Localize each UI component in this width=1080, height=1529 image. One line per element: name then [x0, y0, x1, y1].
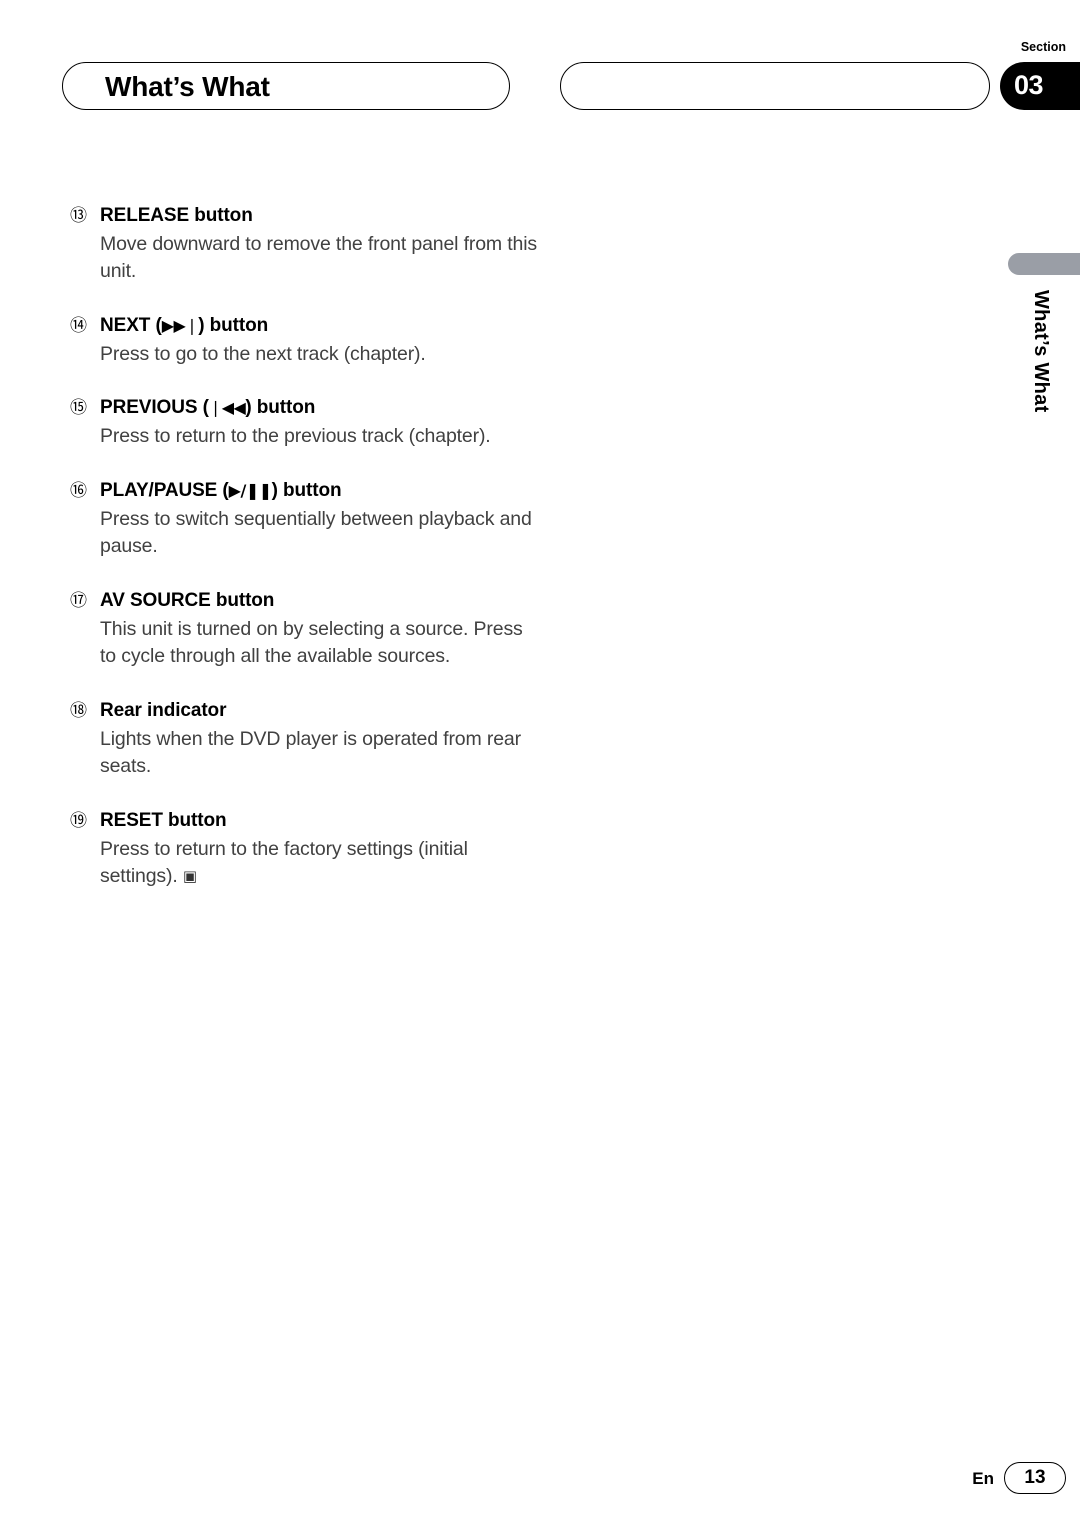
item-number-icon: ⑱: [70, 700, 87, 720]
list-item: ⑯ PLAY/PAUSE (▶/❚❚) button Press to swit…: [70, 479, 540, 561]
entry-title-suffix: ) button: [245, 397, 316, 419]
item-number-icon: ⑬: [70, 206, 87, 225]
item-number-icon: ⑮: [70, 398, 87, 418]
entry-description: Press to switch sequentially between pla…: [100, 507, 532, 558]
item-number-icon: ⑭: [70, 316, 87, 336]
chapter-title-capsule: What’s What: [62, 62, 510, 110]
entry-title-text: RELEASE button: [100, 205, 253, 226]
next-track-icon: ▶▶❘: [161, 316, 199, 336]
entry-title: Rear indicator: [100, 699, 227, 721]
entry-heading: ⑮ PREVIOUS (❘◀◀) button: [70, 396, 540, 421]
section-tab: Section 03: [1000, 40, 1080, 110]
entry-title-text: NEXT (: [100, 315, 162, 337]
section-label: Section: [1020, 40, 1066, 54]
entry-description-text: Press to return to the factory settings …: [100, 837, 468, 888]
side-tab-marker: [1008, 253, 1080, 275]
entry-title-text: PREVIOUS (: [100, 397, 209, 419]
side-tab-label: What’s What: [1030, 290, 1052, 413]
entry-title: RESET button: [100, 810, 227, 831]
language-label: En: [972, 1469, 994, 1488]
header-blank-capsule: [560, 62, 990, 110]
previous-track-icon: ❘◀◀: [208, 398, 246, 418]
page-header: What’s What Section 03: [0, 40, 1080, 114]
entry-title-suffix: ) button: [271, 479, 342, 501]
item-number-icon: ⑲: [70, 811, 87, 830]
entry-title: PREVIOUS (❘◀◀) button: [100, 396, 315, 421]
entry-description: This unit is turned on by selecting a so…: [100, 617, 523, 668]
entry-title: PLAY/PAUSE (▶/❚❚) button: [100, 479, 342, 504]
section-number: 03: [1014, 70, 1044, 100]
list-item: ⑰ AV SOURCE button This unit is turned o…: [70, 589, 540, 671]
entry-title: RELEASE button: [100, 204, 253, 229]
entry-description: Lights when the DVD player is operated f…: [100, 727, 521, 778]
entry-heading: ⑬ RELEASE button: [70, 204, 540, 229]
entry-heading: ⑱ Rear indicator: [70, 699, 540, 724]
entry-heading: ⑯ PLAY/PAUSE (▶/❚❚) button: [70, 479, 540, 504]
content-list: ⑬ RELEASE button Move downward to remove…: [70, 204, 540, 919]
entry-description: Press to go to the next track (chapter).: [100, 342, 426, 365]
list-item: ⑮ PREVIOUS (❘◀◀) button Press to return …: [70, 396, 540, 450]
entry-title: AV SOURCE button: [100, 589, 275, 611]
entry-title-text: PLAY/PAUSE (: [100, 479, 229, 501]
page-number: 13: [1004, 1462, 1066, 1494]
entry-description: Press to return to the factory settings …: [100, 836, 540, 891]
list-item: ⑱ Rear indicator Lights when the DVD pla…: [70, 699, 540, 781]
end-of-section-icon: ▣: [182, 867, 197, 886]
page-title: What’s What: [105, 71, 270, 102]
play-pause-icon: ▶/❚❚: [228, 480, 272, 500]
list-item: ⑭ NEXT (▶▶❘) button Press to go to the n…: [70, 314, 540, 368]
list-item: ⑬ RELEASE button Move downward to remove…: [70, 204, 540, 286]
item-number-icon: ⑰: [70, 590, 87, 610]
entry-description: Press to return to the previous track (c…: [100, 425, 491, 448]
entry-heading: ⑭ NEXT (▶▶❘) button: [70, 314, 540, 339]
item-number-icon: ⑯: [70, 480, 87, 500]
entry-description: Move downward to remove the front panel …: [100, 232, 538, 283]
page-footer: En 13: [0, 1462, 1080, 1502]
entry-heading: ⑰ AV SOURCE button: [70, 589, 540, 614]
entry-title: NEXT (▶▶❘) button: [100, 314, 268, 339]
list-item: ⑲ RESET button Press to return to the fa…: [70, 809, 540, 891]
entry-heading: ⑲ RESET button: [70, 809, 540, 834]
entry-title-suffix: ) button: [198, 315, 269, 337]
